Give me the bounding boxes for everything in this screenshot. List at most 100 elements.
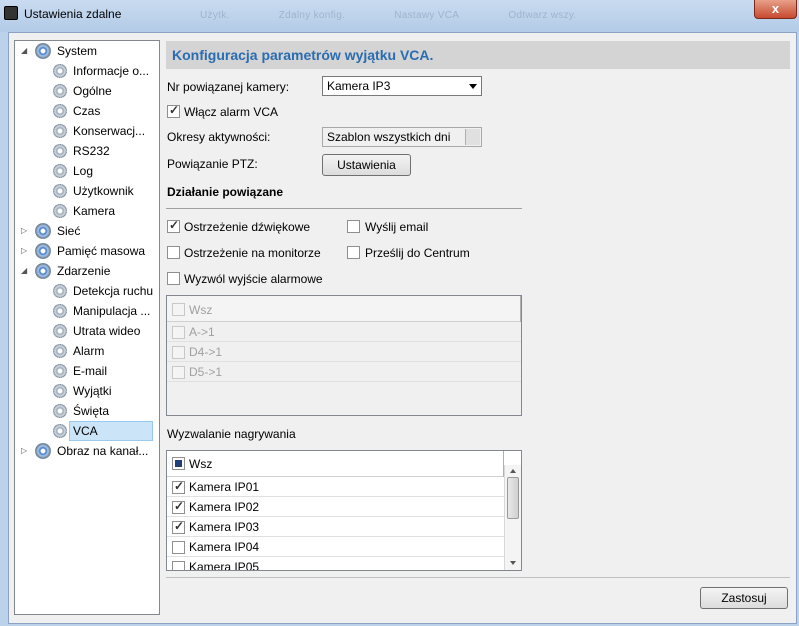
list-item[interactable]: Kamera IP05 [167, 557, 504, 570]
ghost-tab: Użytk. [200, 10, 230, 21]
tree-label: E-mail [73, 364, 108, 378]
gear-icon [53, 104, 67, 118]
expand-icon[interactable]: ▷ [21, 227, 29, 235]
tree-item-rs232[interactable]: RS232 [15, 141, 159, 161]
tree-item-network[interactable]: ▷ Sieć [15, 221, 159, 241]
collapse-icon[interactable]: ◢ [21, 267, 29, 275]
tree-item-exceptions[interactable]: Wyjątki [15, 381, 159, 401]
list-item[interactable]: Kamera IP03 [167, 517, 504, 537]
tree-item-system[interactable]: ◢ System [15, 41, 159, 61]
tree-label: VCA [69, 421, 153, 441]
audio-warning-checkbox[interactable] [167, 218, 180, 233]
gear-icon [53, 364, 67, 378]
camera-label: Nr powiązanej kamery: [167, 80, 290, 94]
tree-item-user[interactable]: Użytkownik [15, 181, 159, 201]
storage-icon [35, 243, 51, 259]
schedule-select-value: Szablon wszystkich dni [327, 130, 451, 144]
alarm-output-all-checkbox[interactable] [172, 303, 185, 316]
recording-list[interactable]: Wsz Kamera IP01 Kamera IP02 Kamera IP03 … [166, 450, 522, 571]
notify-center-label: Prześlij do Centrum [365, 246, 470, 260]
tree-item-motion-detection[interactable]: Detekcja ruchu [15, 281, 159, 301]
list-item[interactable]: Kamera IP01 [167, 477, 504, 497]
list-item[interactable]: Kamera IP02 [167, 497, 504, 517]
notify-center-checkbox[interactable] [347, 246, 360, 259]
list-item-label: A->1 [189, 325, 215, 339]
alarm-output-list[interactable]: Wsz A->1 D4->1 D5->1 [166, 295, 522, 416]
expand-icon[interactable]: ▷ [21, 247, 29, 255]
tree-item-email[interactable]: E-mail [15, 361, 159, 381]
list-item-checkbox[interactable] [172, 561, 185, 570]
divider [166, 208, 522, 209]
background-tabs: Użytk. Zdalny konfig. Nastawy VCA Odtwar… [200, 10, 623, 21]
monitor-warning-checkbox[interactable] [167, 246, 180, 259]
gear-icon [53, 284, 67, 298]
collapse-icon[interactable]: ◢ [21, 47, 29, 55]
enable-alarm-label: Włącz alarm VCA [184, 105, 279, 119]
tree-item-vca[interactable]: VCA [15, 421, 159, 441]
tree-item-video-loss[interactable]: Utrata wideo [15, 321, 159, 341]
scroll-up-icon[interactable] [510, 469, 516, 473]
tree-item-alarm[interactable]: Alarm [15, 341, 159, 361]
recording-title: Wyzwalanie nagrywania [167, 427, 296, 441]
list-item[interactable]: A->1 [167, 322, 521, 342]
tree-label: Kamera [73, 204, 116, 218]
list-item[interactable]: Kamera IP04 [167, 537, 504, 557]
tree-label: Informacje o... [73, 64, 150, 78]
trigger-alarm-output-checkbox[interactable] [167, 272, 180, 285]
audio-warning-label: Ostrzeżenie dźwiękowe [184, 220, 311, 234]
list-item-checkbox[interactable] [172, 519, 185, 534]
gear-icon [53, 424, 67, 438]
event-icon [35, 263, 51, 279]
tree-label: Alarm [73, 344, 105, 358]
gear-icon [53, 124, 67, 138]
tree-item-channel-image[interactable]: ▷ Obraz na kanał... [15, 441, 159, 461]
tree-item-camera[interactable]: Kamera [15, 201, 159, 221]
schedule-select[interactable]: Szablon wszystkich dni [322, 127, 482, 147]
tree-label: Czas [73, 104, 101, 118]
camera-select-value: Kamera IP3 [327, 79, 391, 93]
list-item-checkbox[interactable] [172, 326, 185, 339]
gear-icon [53, 344, 67, 358]
ptz-settings-button[interactable]: Ustawienia [322, 154, 411, 176]
recording-all-checkbox[interactable] [172, 457, 185, 470]
list-item[interactable]: D5->1 [167, 362, 521, 382]
ptz-label: Powiązanie PTZ: [167, 157, 258, 171]
close-button[interactable]: x [754, 0, 797, 19]
gear-icon [53, 144, 67, 158]
scroll-down-icon[interactable] [510, 561, 516, 565]
gear-icon [53, 384, 67, 398]
camera-select[interactable]: Kamera IP3 [322, 76, 482, 96]
tree-label: Konserwacj... [73, 124, 146, 138]
recording-header: Wsz [167, 451, 521, 477]
tree-label: Manipulacja ... [73, 304, 151, 318]
tree-label: Wyjątki [73, 384, 112, 398]
list-item[interactable]: D4->1 [167, 342, 521, 362]
tree-item-info[interactable]: Informacje o... [15, 61, 159, 81]
list-item-checkbox[interactable] [172, 346, 185, 359]
list-item-checkbox[interactable] [172, 541, 185, 554]
window-title: Ustawienia zdalne [24, 7, 122, 21]
tree-item-storage[interactable]: ▷ Pamięć masowa [15, 241, 159, 261]
tree-item-holidays[interactable]: Święta [15, 401, 159, 421]
send-email-checkbox[interactable] [347, 220, 360, 233]
gear-icon [53, 304, 67, 318]
ghost-tab: Zdalny konfig. [278, 10, 346, 21]
list-item-checkbox[interactable] [172, 499, 185, 514]
settings-tree[interactable]: ◢ System Informacje o... Ogólne Czas Kon… [14, 40, 160, 615]
tree-item-log[interactable]: Log [15, 161, 159, 181]
tree-item-tampering[interactable]: Manipulacja ... [15, 301, 159, 321]
tree-item-event[interactable]: ◢ Zdarzenie [15, 261, 159, 281]
scroll-thumb[interactable] [507, 477, 519, 519]
enable-alarm-checkbox[interactable] [167, 103, 180, 118]
list-item-checkbox[interactable] [172, 479, 185, 494]
tree-item-time[interactable]: Czas [15, 101, 159, 121]
column-divider [520, 296, 521, 322]
scrollbar[interactable] [504, 465, 521, 570]
list-item-label: Kamera IP03 [189, 520, 260, 534]
apply-button[interactable]: Zastosuj [700, 587, 788, 609]
expand-icon[interactable]: ▷ [21, 447, 29, 455]
tree-item-maintenance[interactable]: Konserwacj... [15, 121, 159, 141]
list-item-checkbox[interactable] [172, 366, 185, 379]
page-header: Konfiguracja parametrów wyjątku VCA. [166, 41, 790, 69]
tree-item-general[interactable]: Ogólne [15, 81, 159, 101]
